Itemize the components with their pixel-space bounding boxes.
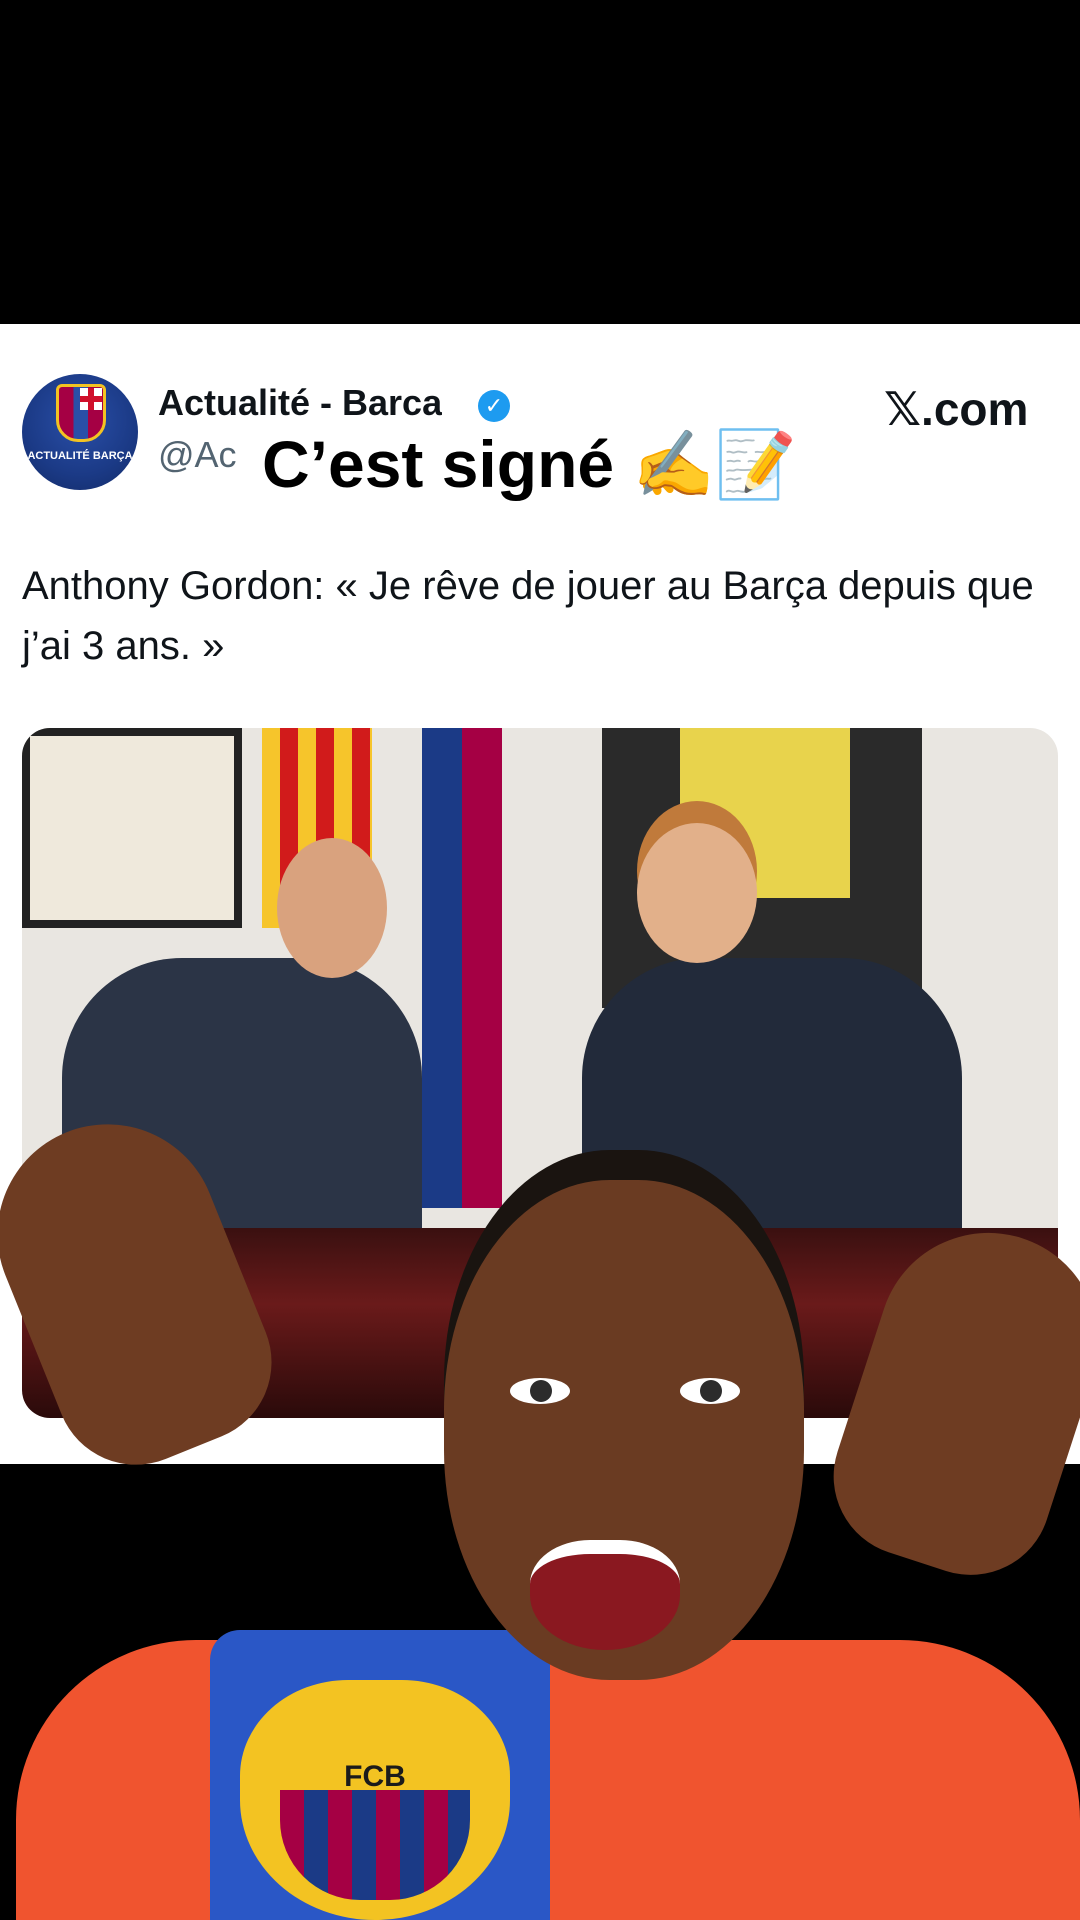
account-handle[interactable]: @Ac [158, 434, 237, 476]
top-black-bar [0, 0, 1080, 324]
verified-badge-icon: ✓ [478, 390, 510, 422]
cross-icon [80, 388, 102, 410]
fcb-badge-icon: FCB [240, 1680, 510, 1920]
tweet-text: Anthony Gordon: « Je rêve de jouer au Ba… [22, 564, 1034, 668]
streamer-right-eye [680, 1378, 740, 1404]
account-avatar[interactable]: ACTUALITÉ BARÇA [22, 374, 138, 490]
x-logo-source: 𝕏.com [884, 383, 1029, 435]
president-head [277, 838, 387, 978]
painting-left [22, 728, 242, 928]
streamer-mouth [530, 1540, 680, 1650]
overlay-caption: C’est signé ✍️📝 [262, 427, 797, 501]
badge-text: FCB [344, 1760, 406, 1793]
streamer-left-eye [510, 1378, 570, 1404]
account-name[interactable]: Actualité - Barca [158, 382, 442, 422]
avatar-text: ACTUALITÉ BARÇA [27, 450, 133, 462]
player-head [637, 823, 757, 963]
